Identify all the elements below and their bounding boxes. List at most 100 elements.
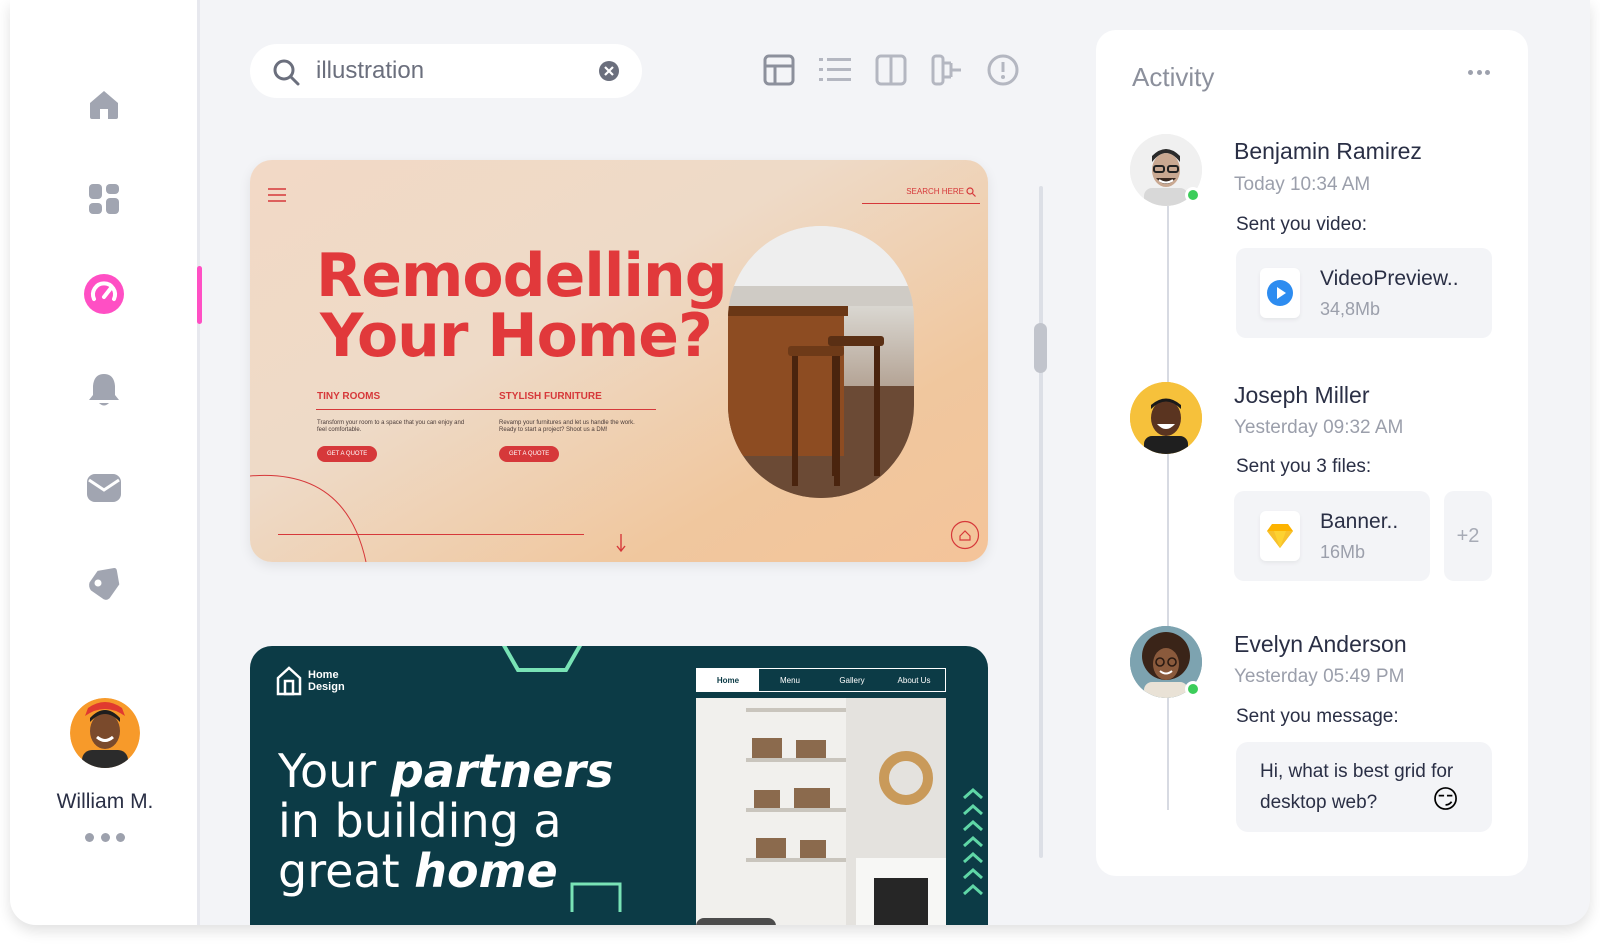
file-name: Banner.. [1320, 510, 1399, 533]
file-size: 34,8Mb [1320, 299, 1381, 319]
bell-icon [89, 374, 119, 406]
file-attachment[interactable]: VideoPreview.. 34,8Mb [1236, 248, 1492, 338]
activity-time: Yesterday 09:32 AM [1234, 417, 1404, 438]
col2-text: Revamp your furnitures and let us handle… [499, 420, 635, 433]
sketch-icon [1267, 524, 1293, 548]
card2-nav-item: Menu [779, 675, 800, 685]
more-icon[interactable] [1468, 70, 1490, 75]
view-toolbar [762, 52, 1020, 88]
file-size: 16Mb [1320, 542, 1366, 562]
online-indicator [1185, 681, 1201, 697]
file-icon [1260, 511, 1300, 561]
tag-icon [89, 568, 120, 600]
hamburger-icon [268, 188, 286, 202]
card2-nav-item: Home [697, 669, 759, 691]
arrow-down-icon [616, 534, 626, 552]
col2-heading: STYLISH FURNITURE [499, 391, 602, 402]
sidebar-item-messages[interactable] [80, 464, 128, 512]
kitchen-photo [728, 226, 914, 498]
quote-button-2: GET A QUOTE [499, 446, 560, 462]
activity-time: Today 10:34 AM [1234, 174, 1371, 195]
message-text: Hi, what is best grid for desktop web? [1260, 761, 1454, 813]
activity-message: Sent you message: [1236, 706, 1399, 727]
headline-word-emphasis: home [414, 844, 558, 898]
search-bar[interactable] [250, 44, 642, 98]
flow-view-button[interactable] [930, 52, 964, 88]
activity-message: Sent you video: [1236, 214, 1367, 235]
brand-logo: Home Design [276, 666, 345, 696]
dashboard-icon [89, 184, 119, 214]
col1-text: Transform your room to a space that you … [317, 420, 465, 433]
mail-icon [87, 474, 121, 502]
timeline-line [1167, 180, 1169, 810]
card2-nav-item: About Us [897, 675, 931, 685]
smirk-emoji-icon: 😏 [1432, 784, 1460, 814]
card2-headline: Your partners in building a great home [278, 746, 613, 896]
logo-line2: Design [308, 681, 345, 693]
user-name: William M. [56, 790, 154, 813]
card2-nav: Home Menu Gallery About Us [696, 668, 946, 692]
activity-title: Activity [1132, 62, 1215, 92]
headline-word: great [278, 844, 400, 898]
info-icon [987, 54, 1019, 86]
online-indicator [1185, 187, 1201, 203]
sidebar-item-home[interactable] [80, 80, 128, 128]
card-headline-line1: Remodelling [316, 241, 728, 311]
activity-message: Sent you 3 files: [1236, 456, 1372, 477]
card-headline: Remodelling Your Home? [316, 241, 728, 371]
active-indicator [197, 266, 202, 324]
search-icon [966, 187, 976, 197]
sidebar-item-tags[interactable] [80, 560, 128, 608]
headline-line2: in building a [278, 794, 562, 848]
sidebar-item-notifications[interactable] [80, 366, 128, 414]
living-room-photo [696, 698, 946, 925]
search-input[interactable] [316, 56, 586, 86]
col1-heading: TINY ROOMS [317, 391, 381, 402]
split-view-button[interactable] [874, 52, 908, 88]
divider [316, 409, 656, 410]
split-view-icon [875, 54, 907, 86]
more-files-button[interactable]: +2 [1444, 491, 1492, 581]
activity-user-name: Benjamin Ramirez [1234, 138, 1422, 164]
activity-panel: Activity Benjamin Ramirez Today 10:34 AM… [1096, 30, 1528, 876]
app-window: William M. SEARCH HERE Remodelling [10, 0, 1590, 925]
chevrons-decoration [963, 787, 983, 896]
design-card-home-design[interactable]: Home Design Your partners in building a … [250, 646, 988, 925]
avatar[interactable] [1130, 382, 1202, 454]
list-view-button[interactable] [818, 52, 852, 88]
speed-gauge-icon [84, 274, 124, 314]
info-button[interactable] [986, 52, 1020, 88]
flow-view-icon [931, 54, 961, 86]
headline-word-emphasis: partners [390, 744, 614, 798]
decorative-arc [250, 474, 367, 562]
search-icon [273, 59, 300, 86]
house-icon [276, 666, 302, 696]
logo-line1: Home [308, 669, 339, 681]
avatar[interactable] [70, 698, 140, 768]
activity-time: Yesterday 05:49 PM [1234, 666, 1405, 687]
sidebar: William M. [10, 0, 202, 925]
card-headline-line2: Your Home? [320, 301, 713, 371]
home-icon [90, 91, 118, 119]
headline-word: Your [278, 744, 377, 798]
activity-user-name: Joseph Miller [1234, 382, 1370, 408]
clear-icon[interactable] [598, 60, 620, 82]
decorative-square [570, 882, 622, 912]
file-icon [1260, 268, 1300, 318]
play-icon [1267, 280, 1293, 306]
card2-nav-item: Gallery [839, 675, 865, 685]
scrollbar-thumb[interactable] [1034, 323, 1047, 373]
grid-view-button[interactable] [762, 52, 796, 88]
home-circle-icon [950, 520, 980, 550]
decorative-hexagon [501, 646, 583, 672]
more-icon[interactable] [85, 830, 125, 844]
sidebar-item-analytics[interactable] [80, 270, 128, 318]
scrollbar-track[interactable] [1039, 186, 1043, 858]
design-card-remodelling[interactable]: SEARCH HERE Remodelling Your Home? TINY … [250, 160, 988, 562]
message-bubble[interactable]: Hi, what is best grid for desktop web? 😏 [1236, 742, 1492, 832]
sidebar-item-dashboard[interactable] [80, 175, 128, 223]
file-attachment[interactable]: Banner.. 16Mb [1234, 491, 1430, 581]
bottom-line [278, 534, 584, 535]
grid-view-icon [763, 54, 795, 86]
list-view-icon [819, 58, 851, 81]
